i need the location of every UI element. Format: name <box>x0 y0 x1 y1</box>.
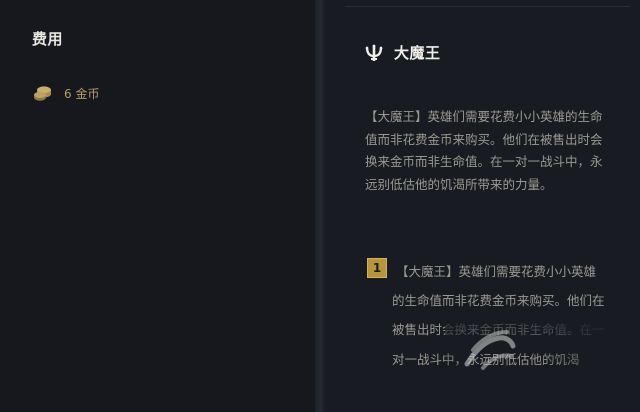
cost-value: 6 金币 <box>64 86 100 101</box>
cost-section-title: 费用 <box>32 30 64 48</box>
trait-description: 【大魔王】英雄们需要花费小小英雄的生命值而非花费金币来购买。他们在被售出时会换来… <box>365 109 603 192</box>
top-border <box>345 6 630 7</box>
cost-panel: 费用 6 金币 <box>0 0 315 412</box>
cost-row: 6 金币 <box>33 82 99 104</box>
trait-name: 大魔王 <box>394 44 441 62</box>
panel-divider <box>315 0 325 412</box>
tier-badge: 1 <box>367 258 387 278</box>
trait-header: 大魔王 <box>364 42 441 63</box>
watermark-logo-icon <box>464 330 516 370</box>
demon-trident-icon <box>365 43 383 61</box>
coin-stack-icon <box>34 86 51 101</box>
champion-info-screen: 费用 6 金币 大魔王 【大魔王】英雄们需要花费小小英雄的生命值而非花费金币来购… <box>0 0 640 412</box>
trait-panel: 大魔王 【大魔王】英雄们需要花费小小英雄的生命值而非花费金币来购买。他们在被售出… <box>325 0 640 412</box>
